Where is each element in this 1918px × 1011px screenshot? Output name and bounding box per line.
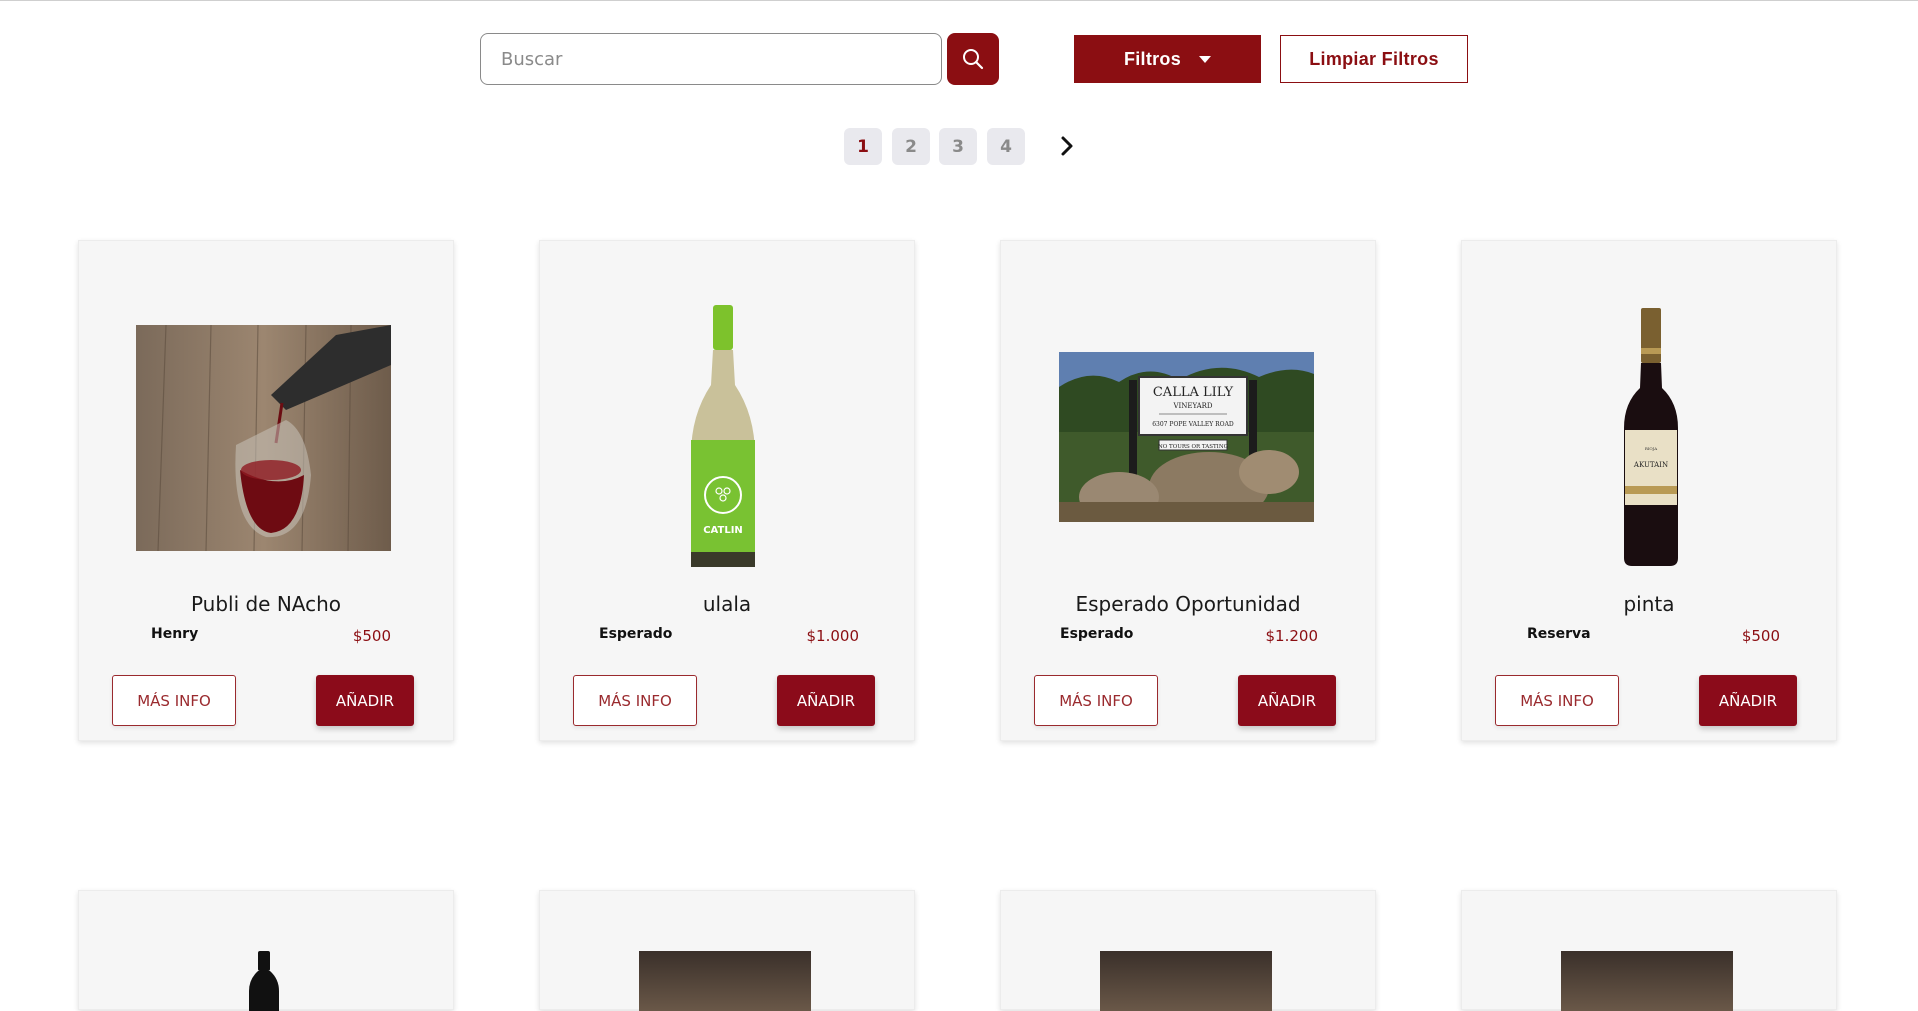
akutain-bottle-image: RIOJA AKUTAIN bbox=[1624, 308, 1678, 566]
catlin-bottle-image: CATLIN bbox=[691, 305, 755, 567]
product-card: CALLA LILY VINEYARD 6307 POPE VALLEY ROA… bbox=[1000, 240, 1376, 741]
svg-text:CATLIN: CATLIN bbox=[703, 525, 743, 536]
svg-text:AKUTAIN: AKUTAIN bbox=[1633, 461, 1668, 469]
svg-text:NO TOURS OR TASTING: NO TOURS OR TASTING bbox=[1158, 444, 1228, 450]
product-name: Esperado Oportunidad bbox=[1075, 592, 1301, 616]
more-info-button[interactable]: MÁS INFO bbox=[112, 675, 236, 726]
calla-lily-vineyard-image: CALLA LILY VINEYARD 6307 POPE VALLEY ROA… bbox=[1059, 352, 1314, 522]
top-divider bbox=[0, 0, 1918, 1]
product-card: RIOJA AKUTAIN pinta Reserva $500 MÁS INF… bbox=[1461, 240, 1837, 741]
filters-dropdown-button[interactable]: Filtros bbox=[1074, 35, 1261, 83]
add-to-cart-button[interactable]: AÑADIR bbox=[1699, 675, 1797, 726]
product-type: Esperado bbox=[599, 626, 673, 642]
product-type: Esperado bbox=[1060, 626, 1134, 642]
search-button[interactable] bbox=[947, 33, 999, 85]
product-card: Publi de NAcho Henry $500 MÁS INFO AÑADI… bbox=[78, 240, 454, 741]
product-image bbox=[639, 951, 811, 1011]
bottle-image bbox=[249, 951, 279, 1011]
svg-text:VINEYARD: VINEYARD bbox=[1172, 402, 1212, 410]
page-button-3[interactable]: 3 bbox=[939, 128, 977, 165]
add-to-cart-button[interactable]: AÑADIR bbox=[777, 675, 875, 726]
svg-text:CALLA LILY: CALLA LILY bbox=[1153, 385, 1234, 400]
add-to-cart-button[interactable]: AÑADIR bbox=[316, 675, 414, 726]
search-input[interactable] bbox=[480, 33, 942, 85]
product-name: Publi de NAcho bbox=[190, 592, 342, 616]
clear-filters-label: Limpiar Filtros bbox=[1309, 48, 1439, 69]
product-card bbox=[78, 890, 454, 1011]
product-image bbox=[1100, 951, 1272, 1011]
more-info-button[interactable]: MÁS INFO bbox=[1495, 675, 1619, 726]
product-card bbox=[1461, 890, 1837, 1011]
product-image bbox=[1561, 951, 1733, 1011]
product-type: Reserva bbox=[1527, 626, 1591, 642]
search-icon bbox=[963, 49, 984, 70]
add-to-cart-button[interactable]: AÑADIR bbox=[1238, 675, 1336, 726]
page-button-1[interactable]: 1 bbox=[844, 128, 882, 165]
caret-down-icon bbox=[1199, 55, 1212, 63]
product-name: pinta bbox=[1623, 592, 1675, 616]
product-card bbox=[1000, 890, 1376, 1011]
product-card bbox=[539, 890, 915, 1011]
product-card: CATLIN ulala Esperado $1.000 MÁS INFO AÑ… bbox=[539, 240, 915, 741]
svg-text:6307 POPE VALLEY ROAD: 6307 POPE VALLEY ROAD bbox=[1152, 421, 1234, 428]
page-button-2[interactable]: 2 bbox=[892, 128, 930, 165]
product-name: ulala bbox=[702, 592, 752, 616]
product-price: $1.000 bbox=[806, 627, 860, 645]
product-price: $1.200 bbox=[1265, 627, 1319, 645]
chevron-right-icon bbox=[1061, 136, 1073, 156]
more-info-button[interactable]: MÁS INFO bbox=[1034, 675, 1158, 726]
more-info-button[interactable]: MÁS INFO bbox=[573, 675, 697, 726]
page-button-4[interactable]: 4 bbox=[987, 128, 1025, 165]
clear-filters-button[interactable]: Limpiar Filtros bbox=[1280, 35, 1468, 83]
svg-text:RIOJA: RIOJA bbox=[1645, 446, 1657, 451]
wine-pour-image bbox=[136, 325, 391, 551]
product-price: $500 bbox=[352, 627, 391, 645]
filters-label: Filtros bbox=[1123, 48, 1182, 69]
product-price: $500 bbox=[1741, 627, 1780, 645]
next-page-button[interactable] bbox=[1053, 131, 1081, 161]
product-type: Henry bbox=[151, 626, 199, 642]
